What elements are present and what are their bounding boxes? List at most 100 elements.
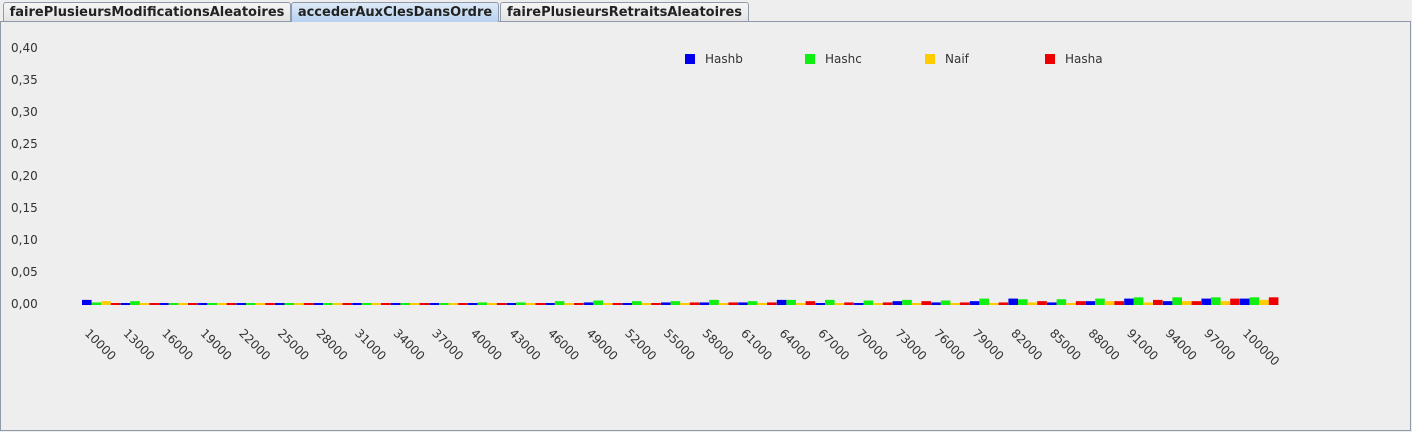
bar-naif <box>873 303 883 305</box>
x-tick-label: 28000 <box>313 326 350 363</box>
bar-hashb <box>120 303 131 305</box>
y-tick-label: 0,20 <box>11 169 38 183</box>
bar-hasha <box>882 302 893 305</box>
bar-hashb <box>969 301 980 305</box>
bar-naif <box>294 303 304 305</box>
bar-hasha <box>188 303 198 305</box>
bar-hasha <box>651 303 661 305</box>
x-tick-label: 37000 <box>429 326 466 363</box>
x-tick-label: 82000 <box>1008 326 1045 363</box>
x-tick-label: 16000 <box>159 326 196 363</box>
bar-hasha <box>612 303 623 305</box>
bar-hashc <box>439 303 449 305</box>
bar-hashb <box>1162 301 1173 305</box>
x-tick-label: 52000 <box>622 326 659 363</box>
x-tick-label: 64000 <box>777 326 814 363</box>
x-tick-label: 55000 <box>661 326 698 363</box>
y-tick-label: 0,30 <box>11 105 38 119</box>
bar-hashc <box>747 301 758 305</box>
bar-hashb <box>313 303 324 305</box>
bar-hashb <box>236 303 246 305</box>
y-tick-label: 0,35 <box>11 73 38 87</box>
bar-hashb <box>352 303 362 305</box>
bar-hashb <box>583 302 594 305</box>
x-tick-label: 79000 <box>970 326 1007 363</box>
bar-hasha <box>1075 301 1086 305</box>
bar-hashb <box>738 302 748 305</box>
x-tick-label: 10000 <box>82 326 119 363</box>
bar-naif <box>1027 302 1038 305</box>
bar-naif <box>525 303 536 305</box>
bar-hashb <box>197 303 208 305</box>
bar-naif <box>332 303 343 305</box>
bar-hashb <box>854 303 864 305</box>
bar-hashc <box>825 299 835 305</box>
x-tick-label: 85000 <box>1047 326 1084 363</box>
x-tick-label: 46000 <box>545 326 582 363</box>
y-tick-label: 0,05 <box>11 265 38 279</box>
bar-hashb <box>815 303 825 305</box>
bar-hashc <box>1056 299 1067 305</box>
bar-hashc <box>593 300 603 305</box>
legend-label-hashc: Hashc <box>825 52 862 66</box>
bar-hashc <box>1211 297 1221 305</box>
bar-hasha <box>381 303 391 305</box>
bar-hashc <box>863 300 874 305</box>
bar-naif <box>448 303 459 305</box>
bar-hasha <box>496 303 507 305</box>
bar-hashb <box>82 299 92 305</box>
bar-naif <box>178 303 188 305</box>
x-tick-label: 40000 <box>468 326 505 363</box>
bar-naif <box>139 303 150 305</box>
x-tick-label: 43000 <box>506 326 543 363</box>
x-tick-label: 49000 <box>584 326 621 363</box>
bar-hasha <box>1230 298 1240 305</box>
tab-acceder-aux-cles-dans-ordre[interactable]: accederAuxClesDansOrdre <box>291 2 499 22</box>
bar-hashc <box>516 302 526 305</box>
bar-hasha <box>535 303 545 305</box>
x-tick-label: 61000 <box>738 326 775 363</box>
x-tick-label: 100000 <box>1240 326 1282 368</box>
x-tick-label: 58000 <box>699 326 736 363</box>
bar-hashb <box>931 302 941 305</box>
bar-naif <box>1066 303 1076 305</box>
x-tick-label: 70000 <box>854 326 891 363</box>
bar-hashc <box>207 303 217 305</box>
x-tick-label: 88000 <box>1085 326 1122 363</box>
bar-naif <box>1104 301 1115 305</box>
bar-hasha <box>1153 299 1163 305</box>
y-tick-label: 0,40 <box>11 41 38 55</box>
bar-hashc <box>168 303 179 305</box>
bar-hasha <box>805 301 816 305</box>
bar-hashc <box>632 301 642 305</box>
bar-naif <box>564 303 574 305</box>
bar-hasha <box>342 303 352 305</box>
bar-hashc <box>1095 298 1105 305</box>
bar-hashb <box>545 303 555 305</box>
bar-chart: 0,00 0,05 0,10 0,15 0,20 0,25 0,30 0,35 0,40 1000… <box>11 41 1282 369</box>
bar-hashc <box>902 299 912 305</box>
bar-naif <box>641 303 652 305</box>
bar-hashb <box>159 303 169 305</box>
bar-hasha <box>458 303 468 305</box>
x-tick-label: 22000 <box>236 326 273 363</box>
bar-hashc <box>1172 297 1182 305</box>
bar-hasha <box>689 302 700 305</box>
x-tick-label: 31000 <box>352 326 389 363</box>
bar-hasha <box>110 303 121 305</box>
bar-hashc <box>477 302 488 305</box>
x-tick-label: 19000 <box>198 326 235 363</box>
bar-hashc <box>400 303 410 305</box>
bar-naif <box>911 303 922 305</box>
bar-naif <box>834 303 845 305</box>
bar-hashb <box>892 301 903 305</box>
bar-hashc <box>940 300 951 305</box>
bar-hasha <box>921 301 931 305</box>
bar-hashc <box>709 299 719 305</box>
bar-hashc <box>361 303 372 305</box>
legend-swatch-hashc <box>805 54 815 64</box>
x-tick-label: 73000 <box>892 326 929 363</box>
bar-hashb <box>1047 302 1057 305</box>
bar-naif <box>1220 301 1231 305</box>
y-tick-label: 0,00 <box>11 297 38 311</box>
